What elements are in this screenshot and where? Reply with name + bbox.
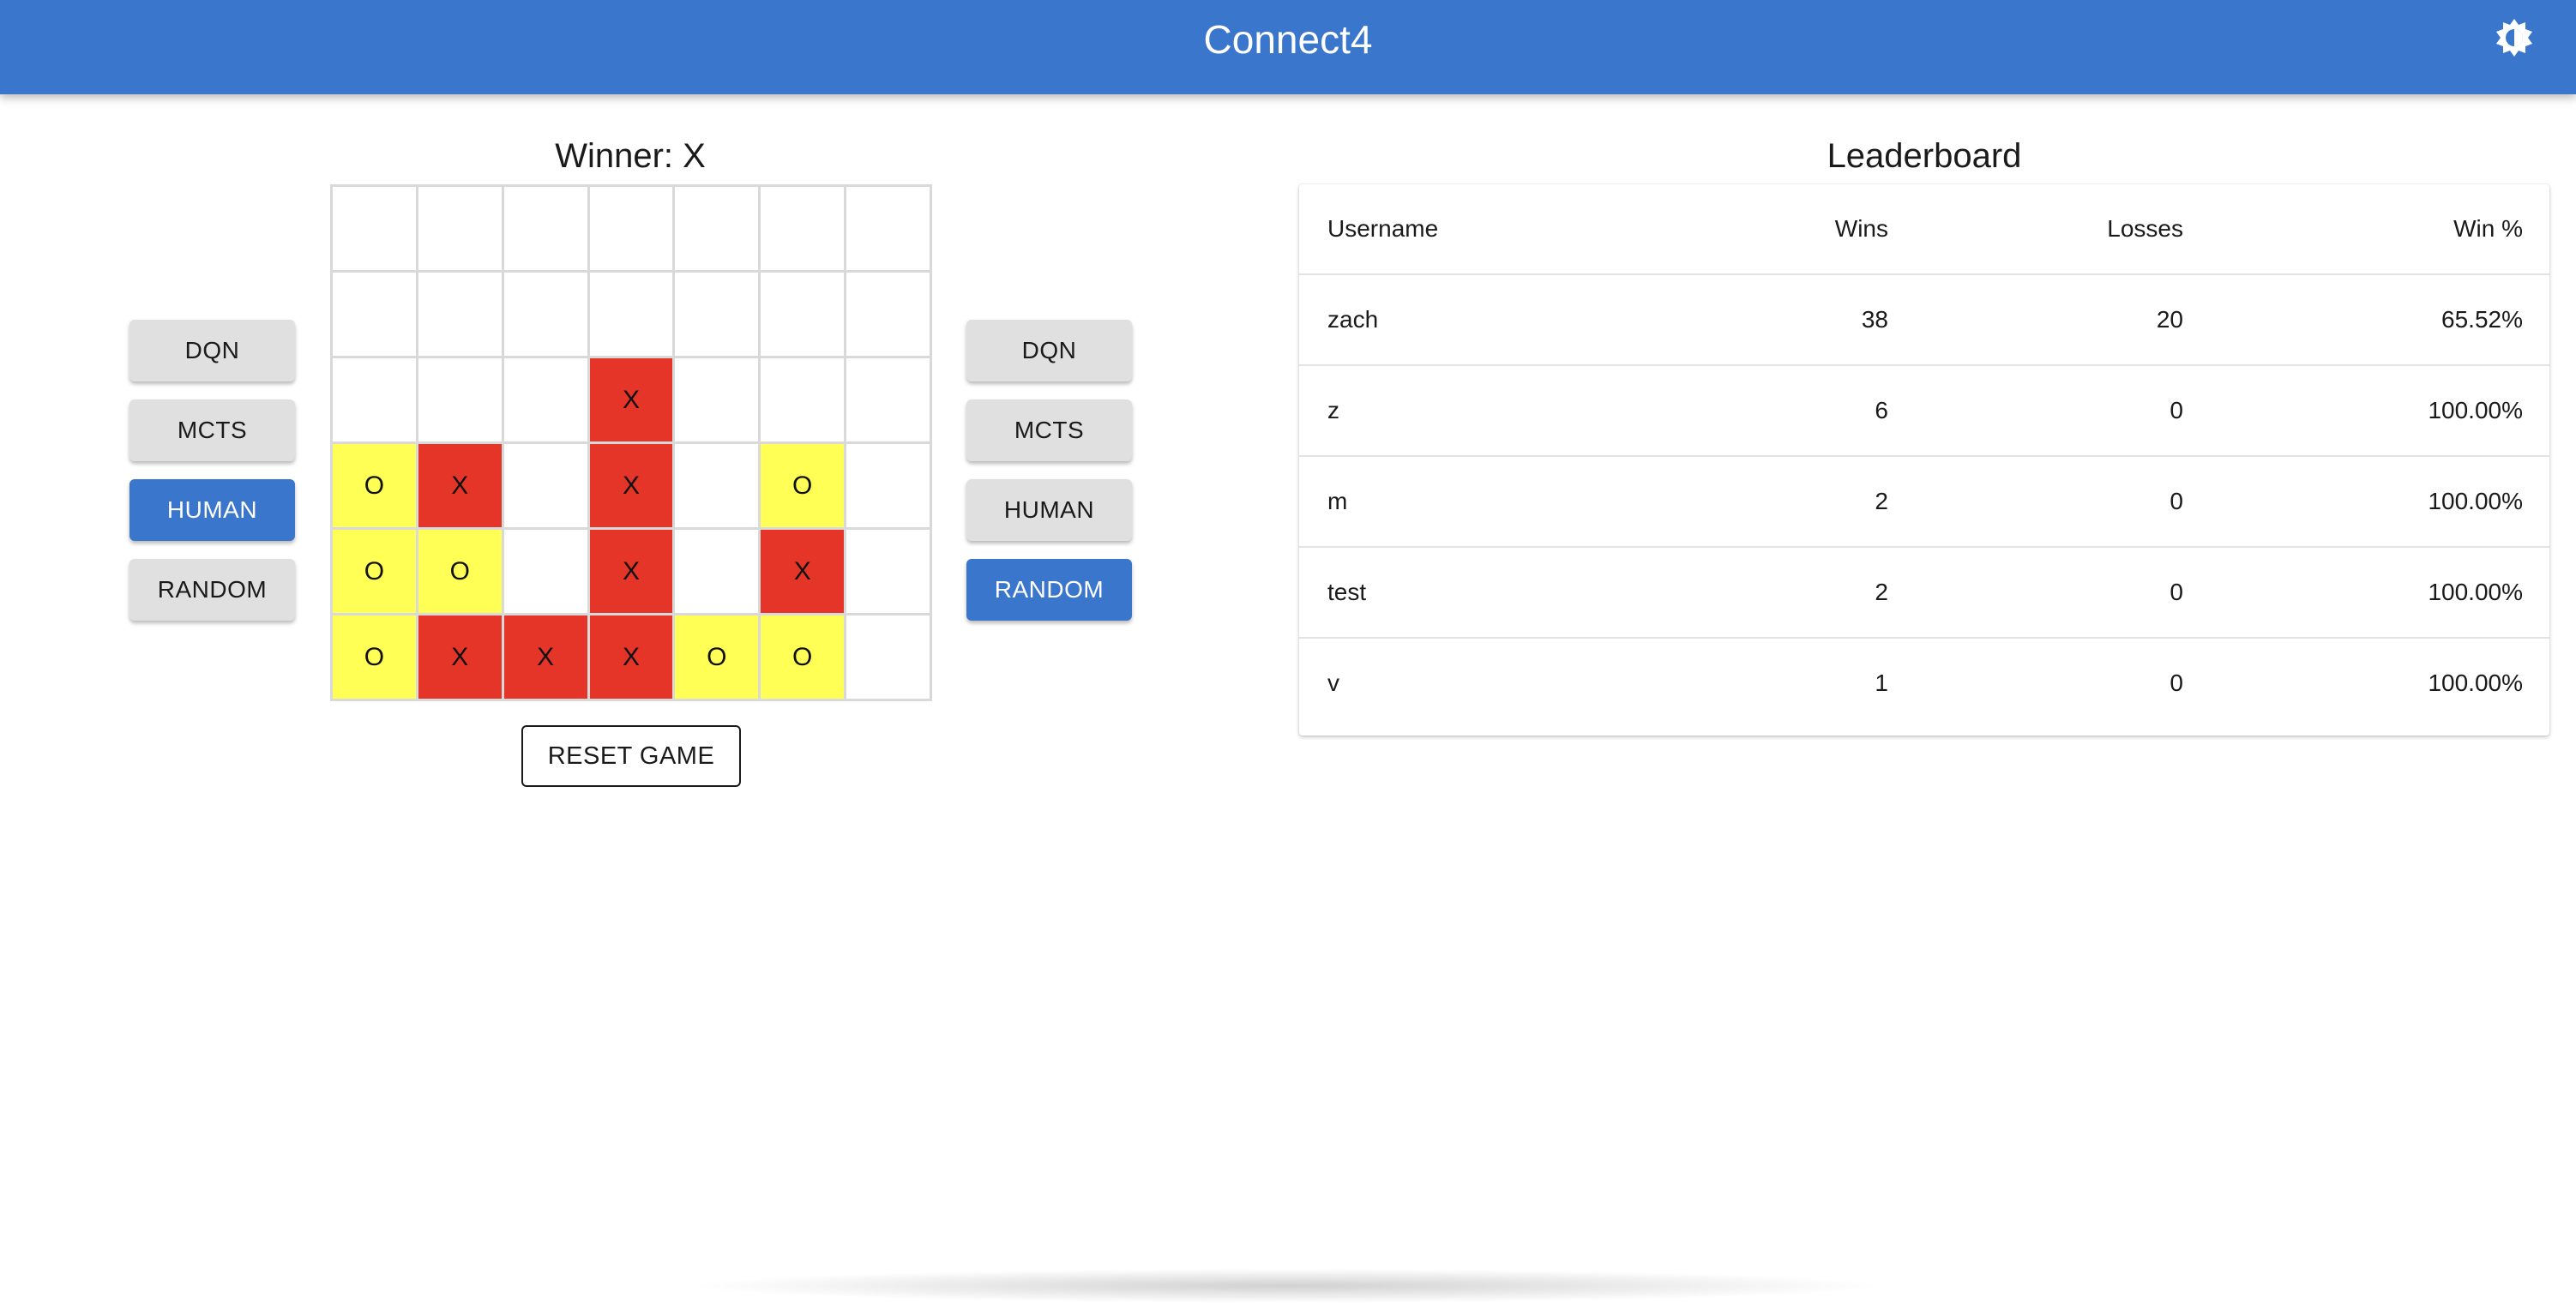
cell-win-pct: 65.52% bbox=[2441, 306, 2523, 333]
cell-win-pct: 100.00% bbox=[2428, 397, 2523, 423]
cell-wins: 6 bbox=[1875, 397, 1888, 423]
board-cell[interactable] bbox=[418, 273, 502, 356]
board-cell[interactable] bbox=[589, 187, 673, 270]
left-player-random-button[interactable]: RANDOM bbox=[129, 559, 295, 621]
board-cell[interactable] bbox=[846, 273, 930, 356]
header-win-pct: Win % bbox=[2453, 215, 2523, 242]
cell-wins: 2 bbox=[1875, 488, 1888, 514]
board-cell[interactable] bbox=[675, 187, 759, 270]
board-cell[interactable] bbox=[846, 530, 930, 613]
board-cell[interactable]: O bbox=[675, 615, 759, 699]
board-cell[interactable] bbox=[333, 358, 416, 441]
board-cell[interactable]: O bbox=[333, 615, 416, 699]
app-title: Connect4 bbox=[1203, 17, 1373, 62]
left-player-human-button[interactable]: HUMAN bbox=[129, 479, 295, 541]
table-row: test 2 0 100.00% bbox=[1299, 548, 2549, 639]
header-losses: Losses bbox=[2107, 215, 2183, 242]
table-row: m 2 0 100.00% bbox=[1299, 457, 2549, 548]
right-player-mcts-button[interactable]: MCTS bbox=[966, 399, 1132, 461]
board-cell[interactable] bbox=[418, 187, 502, 270]
leaderboard-table: Username Wins Losses Win % zach 38 20 65.52% z 6 0… bbox=[1299, 184, 2549, 736]
cell-wins: 1 bbox=[1875, 670, 1888, 696]
board-cell[interactable]: X bbox=[761, 530, 845, 613]
board-cell[interactable] bbox=[761, 273, 845, 356]
cell-losses: 0 bbox=[2170, 397, 2183, 423]
cell-losses: 0 bbox=[2170, 670, 2183, 696]
cell-win-pct: 100.00% bbox=[2428, 579, 2523, 605]
header-wins: Wins bbox=[1834, 215, 1888, 242]
board-cell[interactable] bbox=[846, 615, 930, 699]
board-cell[interactable]: X bbox=[418, 444, 502, 527]
board-cell[interactable]: X bbox=[589, 444, 673, 527]
table-header-row: Username Wins Losses Win % bbox=[1299, 184, 2549, 275]
right-player-human-button[interactable]: HUMAN bbox=[966, 479, 1132, 541]
leaderboard-title: Leaderboard bbox=[1827, 137, 2022, 175]
board-cell[interactable] bbox=[846, 187, 930, 270]
table-row: zach 38 20 65.52% bbox=[1299, 275, 2549, 366]
cell-losses: 0 bbox=[2170, 579, 2183, 605]
left-player-mcts-button[interactable]: MCTS bbox=[129, 399, 295, 461]
cell-losses: 0 bbox=[2170, 488, 2183, 514]
board-cell[interactable]: X bbox=[589, 615, 673, 699]
board-cell[interactable] bbox=[675, 358, 759, 441]
board-cell[interactable]: O bbox=[333, 530, 416, 613]
brightness-icon[interactable] bbox=[2494, 17, 2535, 58]
table-row: v 1 0 100.00% bbox=[1299, 639, 2549, 730]
board-cell[interactable] bbox=[846, 358, 930, 441]
cell-win-pct: 100.00% bbox=[2428, 488, 2523, 514]
board-cell[interactable] bbox=[675, 530, 759, 613]
board-cell[interactable] bbox=[503, 273, 587, 356]
board-cell[interactable] bbox=[418, 358, 502, 441]
board-cell[interactable]: X bbox=[589, 358, 673, 441]
cell-wins: 2 bbox=[1875, 579, 1888, 605]
cell-wins: 38 bbox=[1861, 306, 1888, 333]
left-player-dqn-button[interactable]: DQN bbox=[129, 320, 295, 381]
board-cell[interactable]: O bbox=[333, 444, 416, 527]
cell-losses: 20 bbox=[2156, 306, 2183, 333]
board-cell[interactable]: X bbox=[418, 615, 502, 699]
board-cell[interactable]: X bbox=[589, 530, 673, 613]
board-cell[interactable] bbox=[761, 187, 845, 270]
board-cell[interactable] bbox=[675, 444, 759, 527]
board-cell[interactable]: O bbox=[761, 444, 845, 527]
board-cell[interactable]: O bbox=[418, 530, 502, 613]
reset-game-button[interactable]: RESET GAME bbox=[521, 725, 741, 787]
board-cell[interactable] bbox=[761, 358, 845, 441]
app-bar: Connect4 bbox=[0, 0, 2576, 94]
board-cell[interactable] bbox=[503, 358, 587, 441]
board-cell[interactable] bbox=[846, 444, 930, 527]
right-player-random-button[interactable]: RANDOM bbox=[966, 559, 1132, 621]
table-row: z 6 0 100.00% bbox=[1299, 366, 2549, 457]
bottom-shadow bbox=[686, 1269, 1887, 1303]
game-board[interactable]: XOXXOOOXXOXXXOO bbox=[330, 184, 932, 701]
board-cell[interactable] bbox=[333, 273, 416, 356]
game-status: Winner: X bbox=[555, 137, 706, 175]
cell-win-pct: 100.00% bbox=[2428, 670, 2523, 696]
board-cell[interactable] bbox=[675, 273, 759, 356]
board-cell[interactable] bbox=[503, 530, 587, 613]
board-cell[interactable]: O bbox=[761, 615, 845, 699]
board-cell[interactable] bbox=[503, 187, 587, 270]
board-cell[interactable]: X bbox=[503, 615, 587, 699]
board-cell[interactable] bbox=[503, 444, 587, 527]
right-player-dqn-button[interactable]: DQN bbox=[966, 320, 1132, 381]
board-cell[interactable] bbox=[589, 273, 673, 356]
board-cell[interactable] bbox=[333, 187, 416, 270]
